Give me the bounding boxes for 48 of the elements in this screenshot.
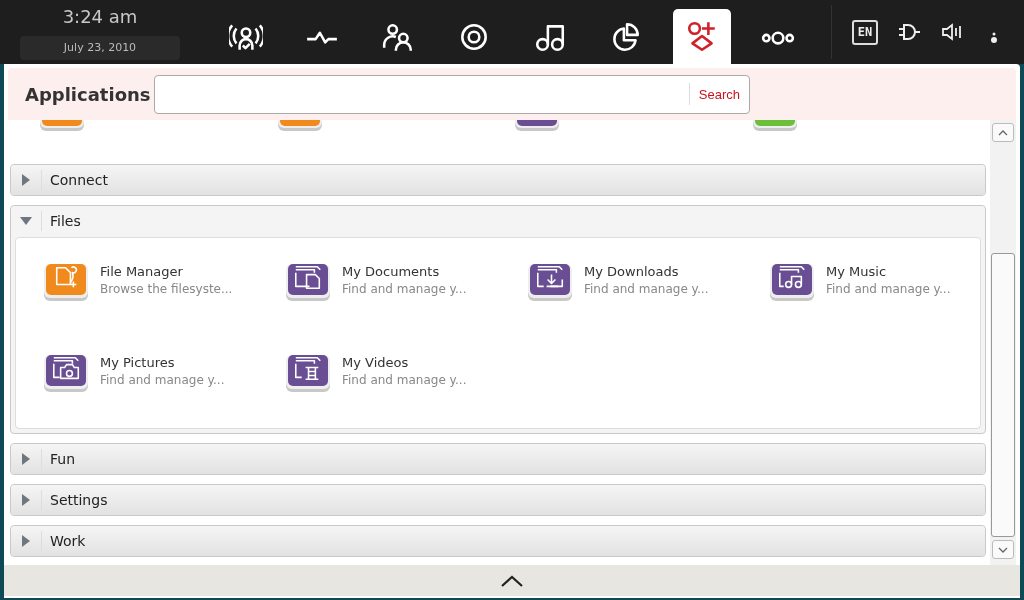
speaker-icon[interactable] (942, 23, 962, 41)
category-label: Fun (50, 451, 76, 467)
caret-up-icon (998, 129, 1008, 136)
app-name: My Music (826, 264, 888, 279)
battery-dots-icon[interactable] (990, 31, 998, 43)
date-label: July 23, 2010 (20, 36, 180, 60)
page-title: Applications (25, 83, 152, 105)
app-description: Find and manage y... (342, 373, 467, 387)
app-name: My Videos (342, 355, 410, 370)
clock-time: 3:24 am (62, 6, 138, 29)
app-item[interactable]: File Manager Browse the filesyste... (42, 260, 284, 351)
app-item[interactable]: My Pictures Find and manage y... (42, 351, 284, 442)
caret-down-icon (998, 546, 1008, 553)
plug-icon[interactable] (898, 23, 920, 41)
app-description: Find and manage y... (584, 282, 709, 296)
app-item[interactable]: My Documents Find and manage y... (284, 260, 526, 351)
app-description: Browse the filesyste... (100, 282, 233, 296)
app-item[interactable]: My Music Find and manage y... (768, 260, 988, 351)
collapse-arrow-icon (20, 216, 32, 226)
language-button[interactable]: EN (852, 19, 878, 45)
expand-arrow-icon (21, 494, 31, 506)
app-description: Find and manage y... (100, 373, 225, 387)
category-label: Connect (50, 172, 108, 188)
app-description: Find and manage y... (826, 282, 951, 296)
category-header[interactable]: Settings (11, 485, 985, 515)
app-name: My Pictures (100, 355, 176, 370)
expand-arrow-icon (21, 535, 31, 547)
app-name: My Documents (342, 264, 441, 279)
search-button[interactable]: Search (688, 83, 749, 105)
caret-up-icon (500, 574, 524, 587)
expand-arrow-icon (21, 174, 31, 186)
category-label: Settings (50, 492, 108, 508)
category-header[interactable]: Fun (11, 444, 985, 474)
app-item[interactable]: My Downloads Find and manage y... (526, 260, 768, 351)
expand-arrow-icon (21, 453, 31, 465)
search-field[interactable]: Search (154, 74, 750, 114)
category-header[interactable]: Connect (11, 165, 985, 195)
app-item[interactable]: My Videos Find and manage y... (284, 351, 526, 442)
category-label: Files (50, 213, 81, 229)
apps-icon[interactable] (673, 9, 731, 64)
category-label: Work (50, 533, 86, 549)
scrollbar[interactable] (990, 120, 1016, 565)
collapse-button[interactable] (500, 574, 524, 587)
app-description: Find and manage y... (342, 282, 467, 296)
app-name: File Manager (100, 264, 184, 279)
category-header[interactable]: Work (11, 526, 985, 556)
app-name: My Downloads (584, 264, 680, 279)
scrollbar-thumb[interactable] (991, 253, 1015, 537)
